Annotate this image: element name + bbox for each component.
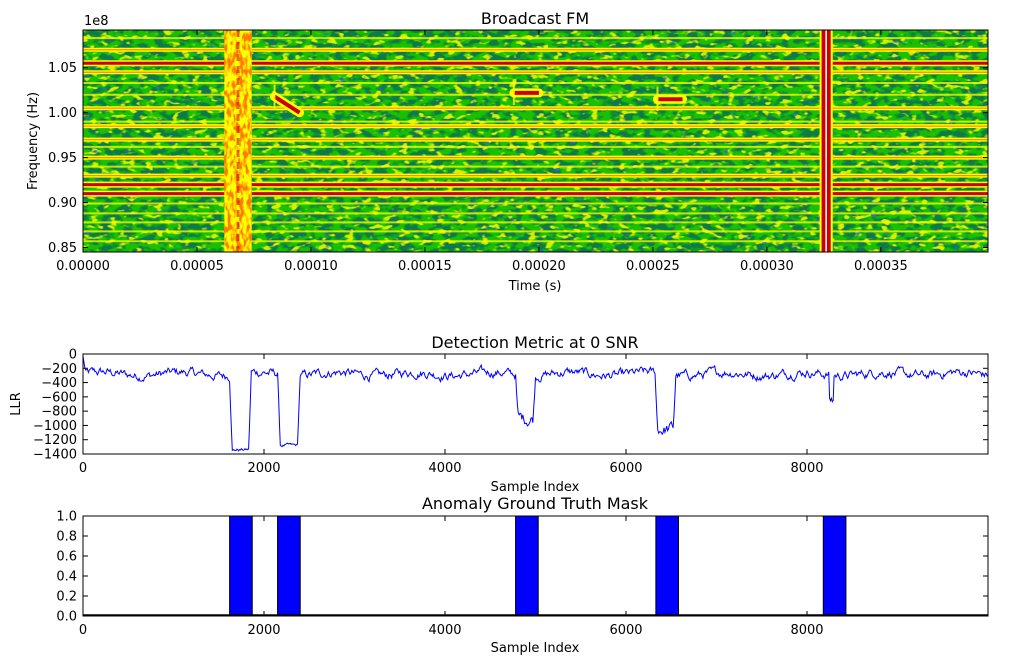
figure: Broadcast FM 1e8 0.00000 0.00005 0.00010 0.…	[0, 0, 1020, 666]
y-tick-label: 0.2	[56, 590, 77, 605]
spectrogram-title: Broadcast FM	[481, 9, 589, 28]
x-tick-label: 0.00005	[170, 259, 224, 274]
detection-frame	[82, 353, 989, 455]
y-tick-label: −1200	[33, 433, 77, 448]
y-tick-label: −400	[41, 376, 77, 391]
y-tick-label: 0.4	[56, 570, 77, 585]
mask-bars	[229, 515, 847, 617]
x-tick-label: 8000	[790, 623, 823, 638]
y-tick-label: −600	[41, 390, 77, 405]
spectrogram-panel: Broadcast FM 1e8 0.00000 0.00005 0.00010 0.…	[26, 9, 989, 294]
x-tick-label: 6000	[609, 623, 642, 638]
x-tick-label: 4000	[428, 461, 461, 476]
mask-bar	[229, 515, 253, 617]
detection-x-label: Sample Index	[491, 480, 580, 495]
spectrogram-x-label: Time (s)	[508, 279, 562, 294]
llr-series-line	[83, 355, 988, 452]
y-tick-label: 1.00	[48, 106, 77, 121]
x-tick-label: 4000	[428, 623, 461, 638]
x-tick-label: 0.00010	[284, 259, 338, 274]
y-tick-label: −1400	[33, 448, 77, 463]
y-tick-label: −200	[41, 362, 77, 377]
y-tick-label: 0.0	[56, 610, 77, 625]
mask-bar	[515, 515, 539, 617]
detection-y-label: LLR	[9, 392, 24, 416]
x-tick-label: 8000	[790, 461, 823, 476]
x-tick-label: 0.00025	[626, 259, 680, 274]
x-tick-label: 6000	[609, 461, 642, 476]
mask-x-ticks: 0 2000 4000 6000 8000	[79, 516, 824, 638]
detection-panel: Detection Metric at 0 SNR 0 2000 4000 6000 8…	[9, 333, 989, 495]
x-tick-label: 0	[79, 461, 87, 476]
y-tick-label: 1.0	[56, 510, 77, 525]
y-tick-label: 1.05	[48, 61, 77, 76]
x-tick-label: 0	[79, 623, 87, 638]
detection-title: Detection Metric at 0 SNR	[431, 333, 638, 352]
x-tick-label: 2000	[247, 623, 280, 638]
x-tick-label: 2000	[247, 461, 280, 476]
y-tick-label: 0.8	[56, 530, 77, 545]
x-tick-label: 0.00015	[398, 259, 452, 274]
spectrogram-image	[83, 30, 988, 252]
y-tick-label: 0.95	[48, 151, 77, 166]
y-tick-label: −1000	[33, 419, 77, 434]
x-tick-label: 0.00030	[740, 259, 794, 274]
detection-y-ticks: 0−200−400−600−800−1000−1200−1400	[33, 348, 988, 463]
x-tick-label: 0.00020	[512, 259, 566, 274]
mask-x-label: Sample Index	[491, 641, 580, 656]
mask-bar	[277, 515, 301, 617]
mask-bar	[655, 515, 679, 617]
x-tick-label: 0.00000	[56, 259, 110, 274]
spectrogram-y-label: Frequency (Hz)	[26, 92, 41, 190]
y-tick-label: 0.6	[56, 550, 77, 565]
x-tick-label: 0.00035	[854, 259, 908, 274]
mask-title: Anomaly Ground Truth Mask	[422, 494, 649, 513]
y-tick-label: −800	[41, 405, 77, 420]
y-tick-label: 0.85	[48, 241, 77, 256]
mask-bar	[822, 515, 847, 617]
y-tick-label: 0	[69, 348, 77, 363]
spectrogram-y-offset-text: 1e8	[84, 14, 109, 29]
figure-canvas: Broadcast FM 1e8 0.00000 0.00005 0.00010 0.…	[9, 9, 989, 656]
y-tick-label: 0.90	[48, 196, 77, 211]
mask-panel: Anomaly Ground Truth Mask 0 2000 4000 6000 8…	[56, 494, 989, 656]
